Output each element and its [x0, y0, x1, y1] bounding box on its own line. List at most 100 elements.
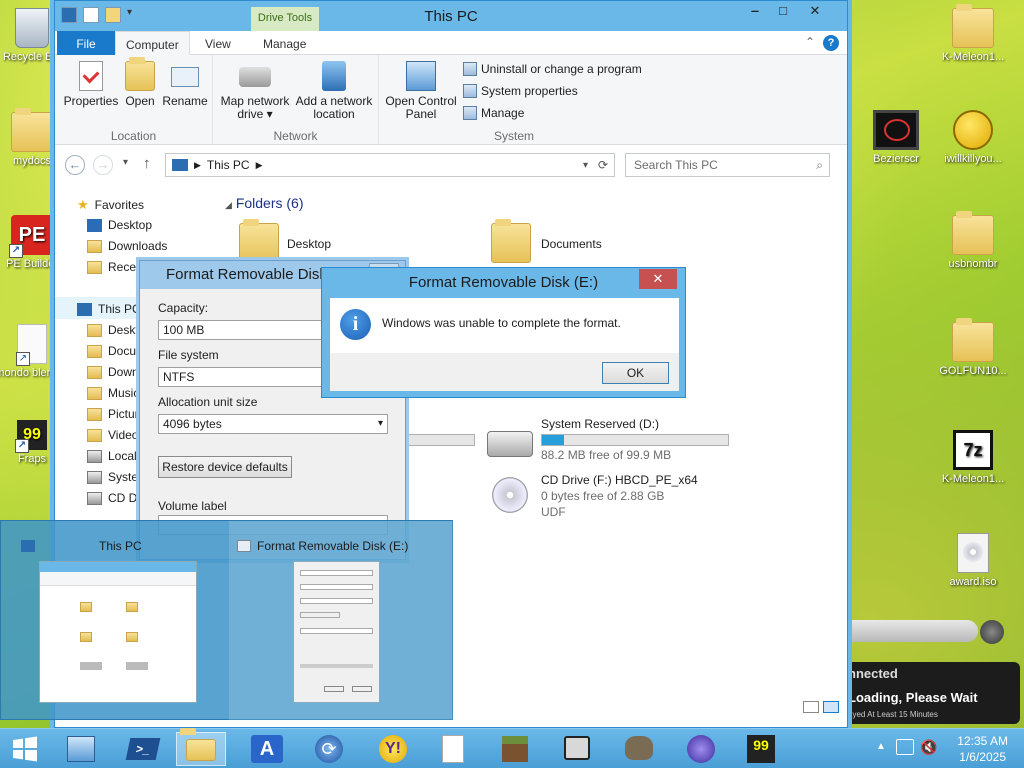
- drive-system-reserved[interactable]: System Reserved (D:) 88.2 MB free of 99.…: [541, 417, 729, 462]
- gadget-search-icon[interactable]: [980, 620, 1004, 644]
- address-field[interactable]: ▶ This PC ▶ ▾ ⟳: [165, 153, 615, 177]
- rename-button[interactable]: Rename: [161, 61, 209, 108]
- desktop-icon-label: Fraps: [17, 453, 47, 465]
- drive-usage-fill: [542, 435, 565, 445]
- folder-documents[interactable]: Documents: [541, 237, 602, 251]
- taskbar-app-a[interactable]: A: [242, 732, 292, 766]
- gadget-search-field[interactable]: [848, 620, 978, 642]
- taskbar-virus-app[interactable]: [676, 732, 726, 766]
- forward-button[interactable]: →: [93, 155, 113, 175]
- taskbar-document[interactable]: [428, 732, 478, 766]
- thumbnail-this-pc[interactable]: This PC: [1, 521, 226, 721]
- large-icons-view-icon[interactable]: [823, 701, 839, 713]
- properties-button[interactable]: Properties: [61, 61, 121, 108]
- maximize-button[interactable]: □: [769, 1, 797, 21]
- search-placeholder: Search This PC: [634, 158, 718, 172]
- error-dialog-footer: OK: [330, 353, 679, 391]
- minimize-button[interactable]: ‒: [741, 1, 769, 21]
- open-control-panel-button[interactable]: Open Control Panel: [383, 61, 459, 121]
- thumbnail-format-dialog[interactable]: Format Removable Disk (E:): [229, 521, 454, 721]
- refresh-icon[interactable]: ⟳: [598, 158, 608, 172]
- gadget-status: nnected: [848, 666, 898, 681]
- taskbar-fraps[interactable]: 99: [736, 732, 786, 766]
- volume-muted-icon[interactable]: 🔇: [920, 739, 937, 756]
- yahoo-messenger-icon: Y!: [379, 735, 407, 763]
- collapse-icon: ◢: [225, 200, 232, 210]
- nav-fav-downloads[interactable]: Downloads: [87, 239, 167, 253]
- tab-view[interactable]: View: [195, 31, 241, 55]
- nav-favorites[interactable]: ★ Favorites: [77, 197, 144, 213]
- desktop-icon-bezierscr[interactable]: Bezierscr: [858, 110, 934, 165]
- desktop-icon-usbnombr[interactable]: usbnombr: [935, 211, 1011, 270]
- manage-label: Manage: [481, 106, 525, 120]
- taskbar-sync-app[interactable]: ⟳: [304, 732, 354, 766]
- desktop-icon-label: K-Meleon1...: [941, 51, 1005, 63]
- folders-section-header[interactable]: ◢ Folders (6): [225, 195, 304, 211]
- nav-pc-videos[interactable]: Videos: [87, 428, 144, 442]
- nav-fav-recent[interactable]: Recent: [87, 260, 146, 274]
- taskbar-gimp[interactable]: [614, 732, 664, 766]
- collapse-ribbon-icon[interactable]: ⌃: [805, 35, 815, 49]
- title-bar[interactable]: ▾ Drive Tools This PC ‒ □ ✕: [55, 1, 847, 31]
- taskbar-powershell[interactable]: >_: [118, 732, 168, 766]
- tab-file[interactable]: File: [57, 31, 115, 55]
- drive-icon: [487, 431, 533, 457]
- add-network-location-button[interactable]: Add a network location: [293, 61, 375, 121]
- breadcrumb[interactable]: This PC: [207, 158, 250, 172]
- desktop-icon-iwillkillyou[interactable]: iwillkillyou...: [935, 110, 1011, 165]
- folder-icon: [87, 365, 102, 379]
- network-icon[interactable]: [896, 739, 914, 755]
- tab-manage[interactable]: Manage: [253, 31, 316, 55]
- folder-desktop[interactable]: Desktop: [287, 237, 331, 251]
- address-dropdown-icon[interactable]: ▾: [583, 160, 588, 171]
- desktop-icon: [87, 218, 102, 232]
- nav-pc-music[interactable]: Music: [87, 386, 139, 400]
- desktop-icon-golfun[interactable]: GOLFUN10...: [935, 318, 1011, 377]
- nav-fav-desktop[interactable]: Desktop: [87, 218, 152, 232]
- ribbon-group-system: Open Control Panel Uninstall or change a…: [379, 55, 649, 145]
- desktop-icon-kmeleon-folder[interactable]: K-Meleon1...: [935, 4, 1011, 63]
- window-title: This PC: [424, 8, 478, 25]
- desktop-icon-label: iwillkillyou...: [944, 153, 1002, 165]
- details-view-icon[interactable]: [803, 701, 819, 713]
- taskbar-yahoo-messenger[interactable]: Y!: [368, 732, 418, 766]
- error-dialog-close-button[interactable]: ✕: [639, 269, 677, 289]
- manage-button[interactable]: Manage: [463, 103, 524, 123]
- uninstall-program-button[interactable]: Uninstall or change a program: [463, 59, 642, 79]
- control-panel-icon: [406, 61, 436, 91]
- restore-defaults-button[interactable]: Restore device defaults: [158, 456, 292, 478]
- videos-folder-icon: [87, 428, 102, 442]
- system-properties-button[interactable]: System properties: [463, 81, 578, 101]
- cd-drive-icon: [487, 477, 533, 513]
- nav-this-pc[interactable]: This PC: [77, 302, 141, 316]
- chevron-down-icon: ▾: [377, 418, 383, 429]
- up-button[interactable]: ↑: [143, 155, 151, 172]
- desktop-icon-label: Recycle Bin: [2, 51, 62, 63]
- drive-cd-hbcd[interactable]: CD Drive (F:) HBCD_PE_x64 0 bytes free o…: [541, 473, 698, 519]
- map-network-drive-button[interactable]: Map network drive ▾: [217, 61, 293, 121]
- tab-computer[interactable]: Computer: [115, 31, 190, 55]
- ok-button[interactable]: OK: [602, 362, 669, 384]
- close-button[interactable]: ✕: [797, 1, 833, 21]
- search-input[interactable]: Search This PC ⌕: [625, 153, 830, 177]
- gimp-icon: [625, 736, 653, 760]
- network-location-icon: [322, 61, 346, 91]
- allocation-unit-select[interactable]: 4096 bytes ▾: [158, 414, 388, 434]
- open-button[interactable]: Open: [121, 57, 159, 108]
- cd-drive-icon: [87, 491, 102, 505]
- start-button[interactable]: [0, 732, 50, 766]
- computer-icon: [77, 302, 92, 316]
- recent-locations-icon[interactable]: ▾: [123, 157, 128, 168]
- clock[interactable]: 12:35 AM 1/6/2025: [957, 733, 1008, 765]
- desktop-icon-kmeleon-7z[interactable]: 7z K-Meleon1...: [935, 430, 1011, 485]
- taskbar-camera-app[interactable]: [552, 732, 602, 766]
- address-bar-row: ← → ▾ ↑ ▶ This PC ▶ ▾ ⟳ Search This PC ⌕: [55, 147, 847, 185]
- back-button[interactable]: ←: [65, 155, 85, 175]
- taskbar-minecraft[interactable]: [490, 732, 540, 766]
- desktop-icon-award-iso[interactable]: award.iso: [935, 533, 1011, 588]
- folder-icon: [491, 219, 531, 263]
- taskbar-file-explorer[interactable]: [176, 732, 226, 766]
- show-hidden-icons-button[interactable]: ▲: [876, 741, 886, 752]
- help-icon[interactable]: ?: [823, 35, 839, 51]
- taskbar-server-manager[interactable]: [56, 732, 106, 766]
